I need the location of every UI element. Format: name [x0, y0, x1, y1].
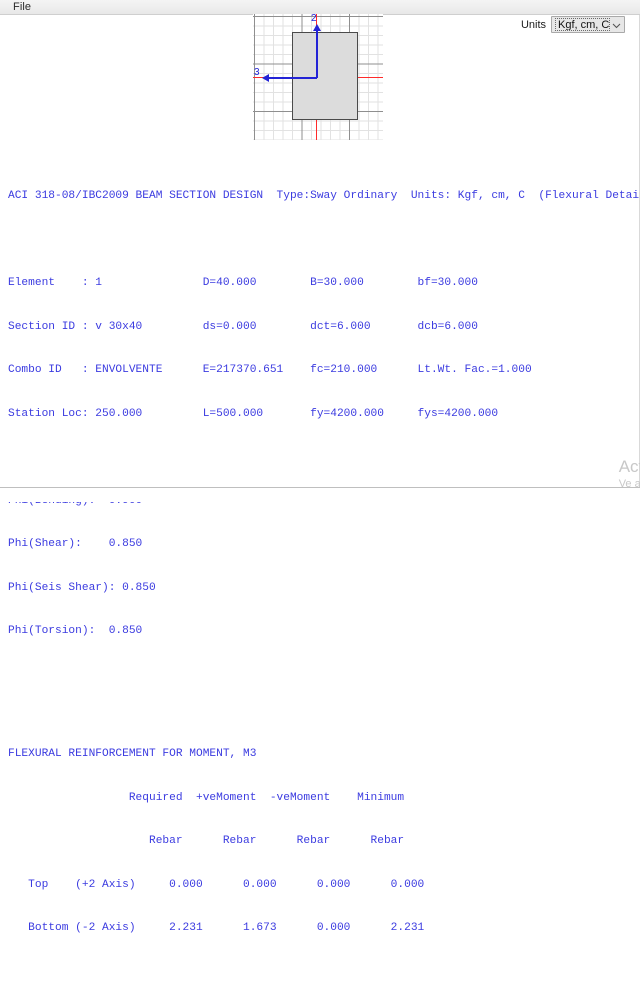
- phi-line: Phi(Seis Shear): 0.850: [0, 581, 640, 596]
- table-row: Bottom (-2 Axis) 2.231 1.673 0.000 2.231: [0, 921, 640, 936]
- phi-line: Phi(Torsion): 0.850: [0, 624, 640, 639]
- menu-bar: File: [0, 0, 640, 15]
- phi-line: Phi(Shear): 0.850: [0, 537, 640, 552]
- units-dropdown-value: Kgf, cm, C: [555, 18, 610, 31]
- flexural-heading: FLEXURAL REINFORCEMENT FOR MOMENT, M3: [0, 747, 640, 762]
- axis-3-line: [266, 77, 317, 79]
- units-label: Units: [521, 19, 546, 31]
- design-report: ACI 318-08/IBC2009 BEAM SECTION DESIGN T…: [0, 160, 640, 1004]
- section-diagram: 2 3: [253, 14, 383, 140]
- axis-2-line: [316, 28, 318, 78]
- report-property-line: Station Loc: 250.000 L=500.000 fy=4200.0…: [0, 407, 640, 422]
- axis-3-label: 3: [254, 67, 260, 78]
- axis-2-arrow-icon: [313, 24, 321, 31]
- chevron-down-icon: [612, 21, 621, 30]
- beam-cross-section: [292, 32, 358, 120]
- report-property-line: Section ID : v 30x40 ds=0.000 dct=6.000 …: [0, 320, 640, 335]
- units-control: Units Kgf, cm, C: [521, 15, 625, 34]
- flexural-header-row-2: Rebar Rebar Rebar Rebar: [0, 834, 640, 849]
- units-dropdown[interactable]: Kgf, cm, C: [551, 16, 625, 33]
- menu-item-file[interactable]: File: [8, 0, 36, 14]
- report-property-line: Element : 1 D=40.000 B=30.000 bf=30.000: [0, 276, 640, 291]
- table-row: Top (+2 Axis) 0.000 0.000 0.000 0.000: [0, 878, 640, 893]
- axis-2-label: 2: [311, 14, 317, 24]
- beam-section-design-window: File Units Kgf, cm, C 2 3 ACI 318-08/IBC…: [0, 0, 640, 502]
- report-property-line: Combo ID : ENVOLVENTE E=217370.651 fc=21…: [0, 363, 640, 378]
- report-title: ACI 318-08/IBC2009 BEAM SECTION DESIGN T…: [0, 189, 640, 204]
- flexural-header-row-1: Required +veMoment -veMoment Minimum: [0, 791, 640, 806]
- axis-3-arrow-icon: [262, 74, 269, 82]
- horizontal-scrollbar[interactable]: [0, 487, 640, 502]
